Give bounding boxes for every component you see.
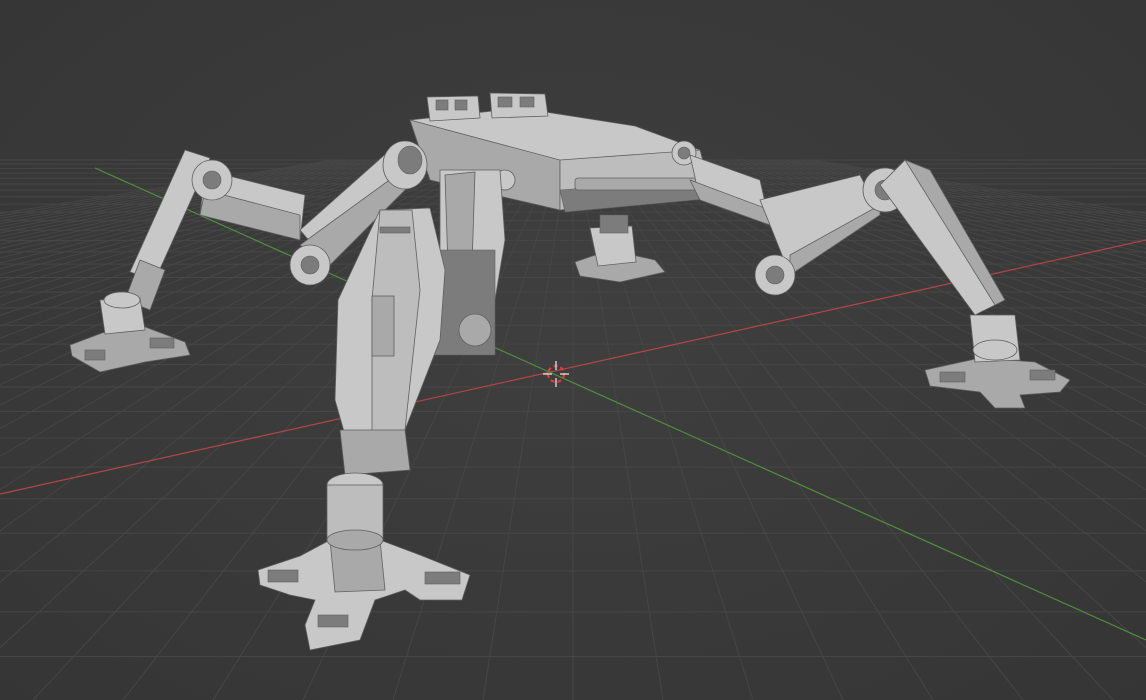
viewport-canvas[interactable] xyxy=(0,0,1146,700)
front-left-foot xyxy=(257,472,471,651)
back-left-foot xyxy=(69,291,191,373)
front-right-leg xyxy=(689,154,1006,316)
mech-model[interactable] xyxy=(69,92,1071,651)
3d-viewport[interactable] xyxy=(0,0,1146,700)
